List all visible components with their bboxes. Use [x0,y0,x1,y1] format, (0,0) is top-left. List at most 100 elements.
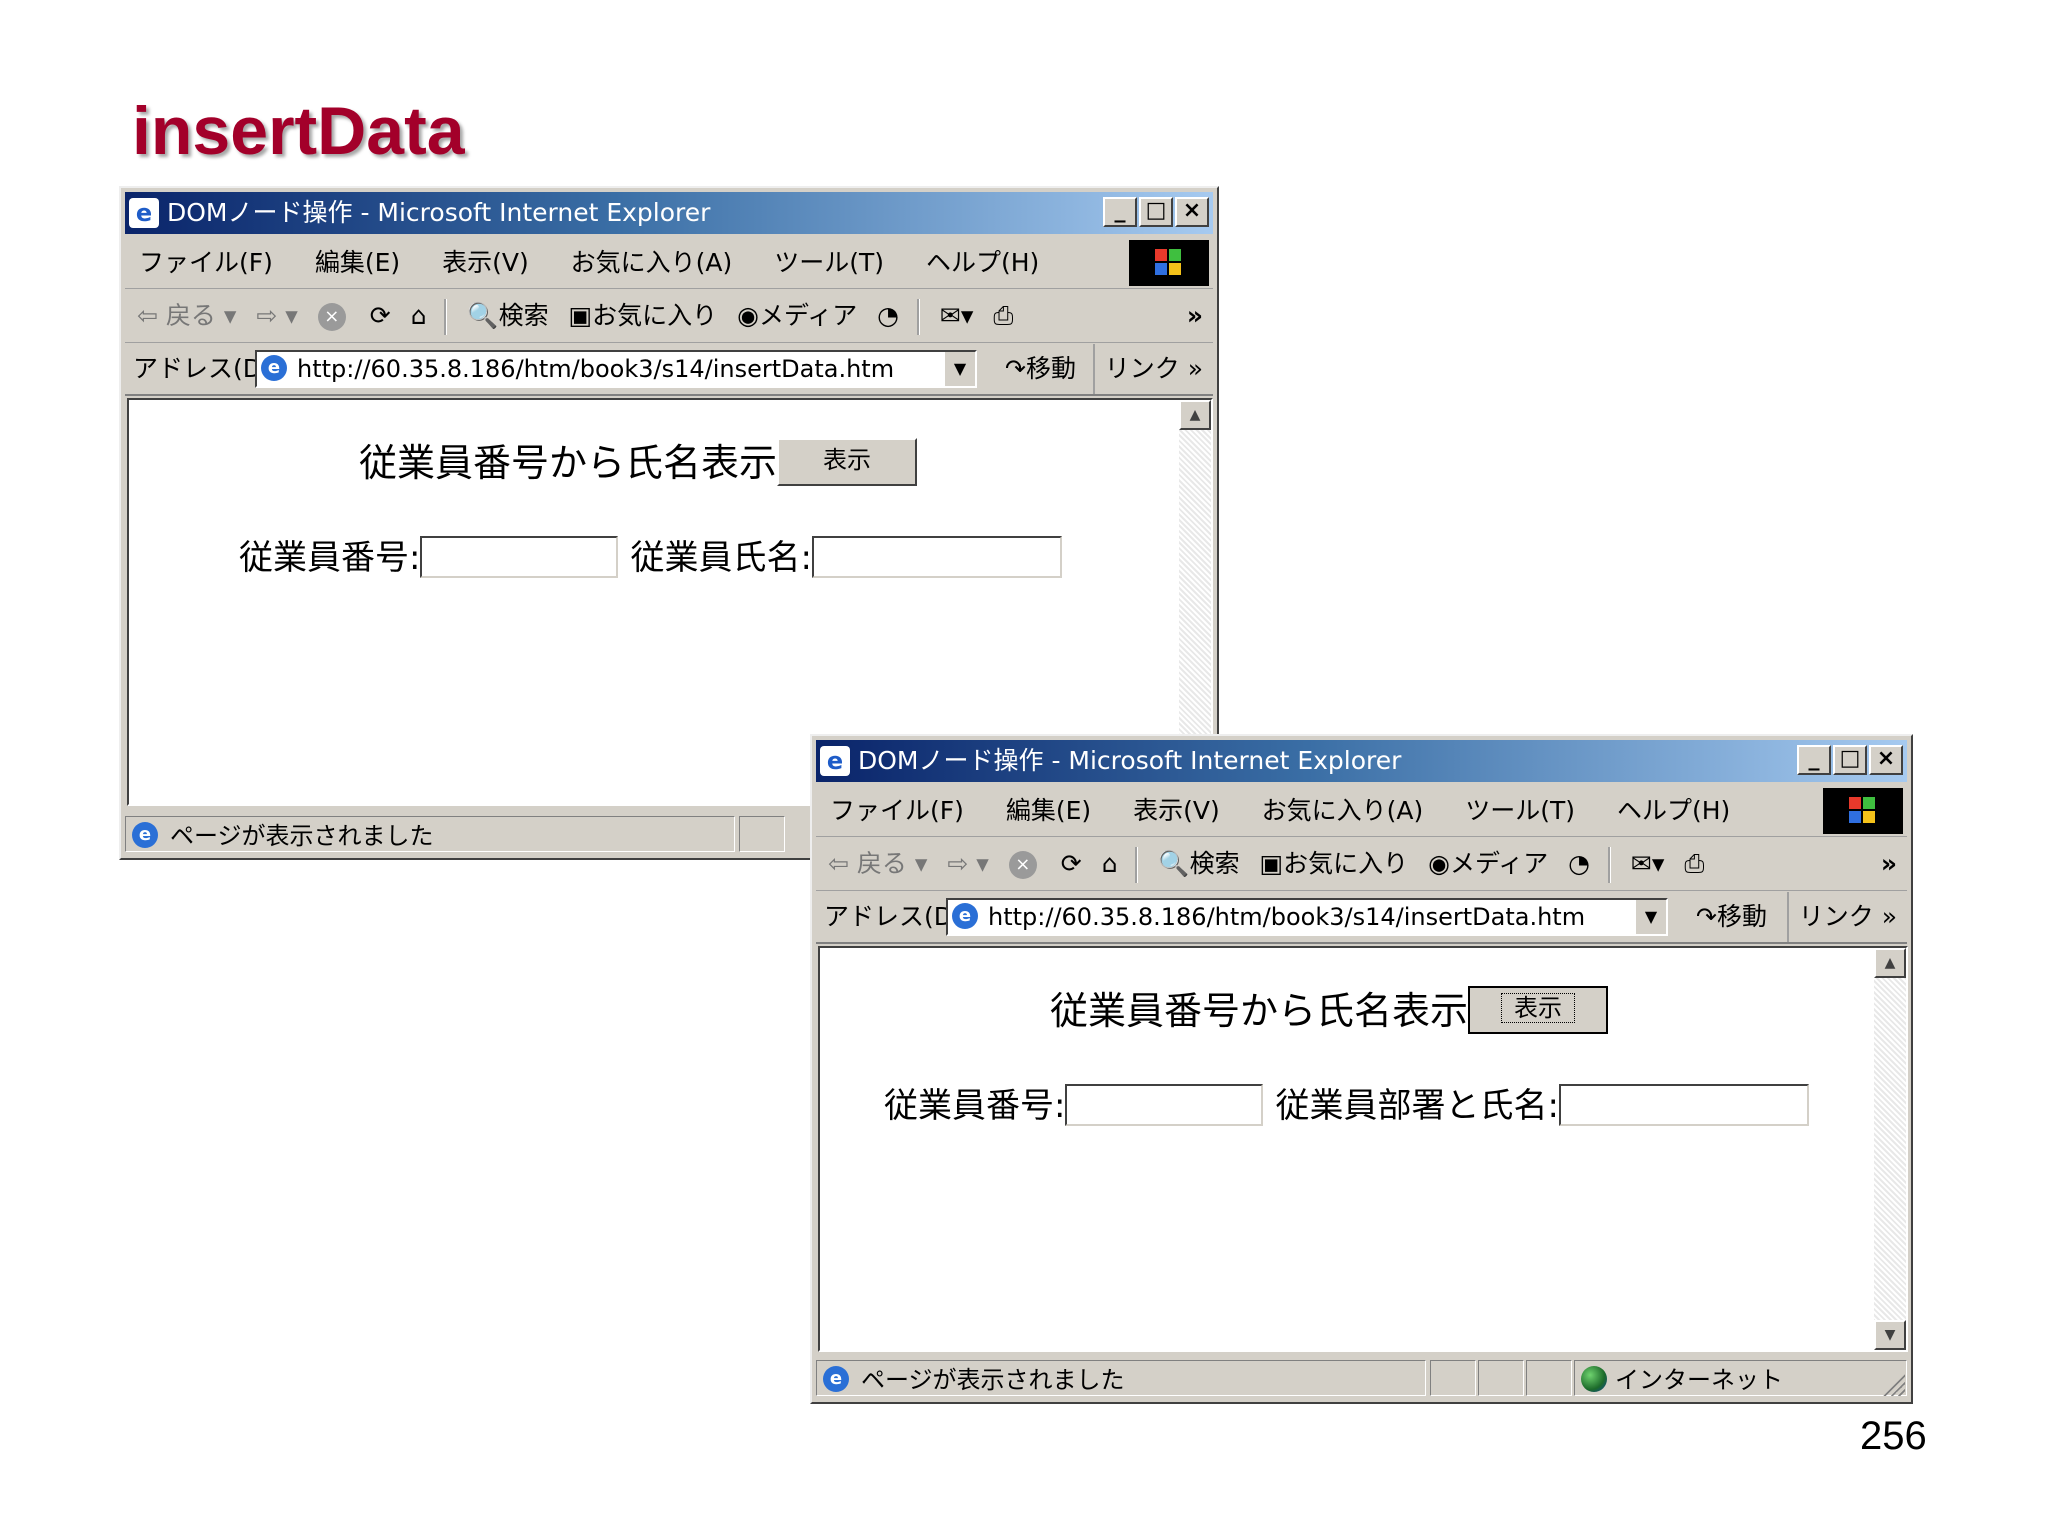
search-button[interactable]: 🔍検索 [467,290,548,342]
media-button[interactable]: ◉メディア [1428,838,1548,890]
employee-id-input[interactable] [1065,1084,1264,1126]
employee-name-label: 従業員氏名: [630,538,812,578]
search-label: 検索 [1189,849,1240,878]
links-button[interactable]: リンク » [1786,892,1897,942]
history-button[interactable]: ◔ [1568,838,1590,890]
links-label: リンク [1104,354,1180,383]
menu-view[interactable]: 表示(V) [1133,786,1220,836]
status-text-cell: e ページが表示されました [816,1360,1426,1396]
toolbar-overflow-icon[interactable]: » [1187,290,1203,342]
close-button[interactable]: × [1869,745,1903,775]
toolbar-overflow-icon[interactable]: » [1881,838,1897,890]
window-title: DOMノード操作 - Microsoft Internet Explorer [858,746,1402,775]
title-bar[interactable]: e DOMノード操作 - Microsoft Internet Explorer… [125,192,1213,234]
stop-icon: × [1008,851,1037,879]
toolbar: ⇦ 戻る ▾ ⇨ ▾ × ⟳ ⌂ 🔍検索 ▣お気に入り ◉メディア ◔ ✉▾ ⎙… [125,290,1213,343]
print-icon: ⎙ [1684,849,1705,878]
search-icon: 🔍 [467,301,499,330]
minimize-button[interactable]: _ [1797,745,1831,775]
back-label: 戻る [856,849,907,878]
menu-edit[interactable]: 編集(E) [315,238,400,288]
page-number: 256 [1860,1414,1927,1458]
employee-dept-name-label: 従業員部署と氏名: [1275,1086,1559,1126]
menu-edit[interactable]: 編集(E) [1006,786,1091,836]
mail-button[interactable]: ✉▾ [940,290,974,342]
print-button[interactable]: ⎙ [1684,838,1704,890]
address-input[interactable]: e http://60.35.8.186/htm/book3/s14/inser… [255,350,977,388]
go-icon: ↷ [1005,354,1026,383]
mail-button[interactable]: ✉▾ [1631,838,1665,890]
home-button[interactable]: ⌂ [411,290,427,342]
favorites-button[interactable]: ▣お気に入り [1260,838,1409,890]
ie-icon: e [820,746,850,776]
back-button[interactable]: ⇦ 戻る ▾ [828,838,927,890]
page-heading: 従業員番号から氏名表示 [1050,989,1469,1033]
menu-tools[interactable]: ツール(T) [774,238,884,288]
show-button-label: 表示 [1501,993,1576,1023]
favorites-icon: ▣ [1259,849,1284,878]
vertical-scrollbar[interactable]: ▲ ▼ [1874,948,1906,1350]
back-label: 戻る [165,301,216,330]
media-label: メディア [758,301,858,330]
maximize-button[interactable]: □ [1833,745,1867,775]
menu-view[interactable]: 表示(V) [442,238,529,288]
ie-page-icon: e [952,903,978,929]
toolbar-separator [444,299,448,335]
scroll-down-icon[interactable]: ▼ [1874,1320,1906,1350]
ie-page-icon: e [261,355,287,381]
back-button[interactable]: ⇦ 戻る ▾ [137,290,236,342]
links-button[interactable]: リンク » [1092,344,1203,394]
stop-button[interactable]: × [317,290,350,342]
show-button[interactable]: 表示 [777,438,918,486]
address-input[interactable]: e http://60.35.8.186/htm/book3/s14/inser… [946,898,1668,936]
refresh-button[interactable]: ⟳ [1061,838,1082,890]
go-button[interactable]: ↷移動 [1005,344,1076,394]
windows-logo-icon [1823,788,1903,834]
zone-text: インターネット [1615,1366,1783,1394]
address-dropdown-icon[interactable]: ▼ [1634,900,1666,934]
status-cell [1478,1360,1524,1396]
favorites-button[interactable]: ▣お気に入り [569,290,718,342]
media-button[interactable]: ◉メディア [737,290,857,342]
menu-file[interactable]: ファイル(F) [139,238,273,288]
title-bar[interactable]: e DOMノード操作 - Microsoft Internet Explorer… [816,740,1907,782]
menu-tools[interactable]: ツール(T) [1465,786,1575,836]
scroll-up-icon[interactable]: ▲ [1179,400,1211,430]
address-dropdown-icon[interactable]: ▼ [943,352,975,386]
stop-button[interactable]: × [1008,838,1041,890]
employee-name-input[interactable] [811,536,1062,578]
go-button[interactable]: ↷移動 [1696,892,1767,942]
menu-help[interactable]: ヘルプ(H) [926,238,1039,288]
forward-button[interactable]: ⇨ ▾ [947,838,988,890]
show-button[interactable]: 表示 [1468,986,1609,1034]
zone-cell: インターネット [1574,1360,1907,1396]
forward-button[interactable]: ⇨ ▾ [256,290,297,342]
menu-favorites[interactable]: お気に入り(A) [1262,786,1424,836]
maximize-button[interactable]: □ [1139,197,1173,227]
print-button[interactable]: ⎙ [993,290,1013,342]
menu-favorites[interactable]: お気に入り(A) [571,238,733,288]
ie-page-icon: e [823,1366,849,1392]
scroll-up-icon[interactable]: ▲ [1874,948,1906,978]
home-icon: ⌂ [1101,849,1118,878]
address-label: アドレス(D) [824,902,963,931]
media-icon: ◉ [737,301,759,330]
status-bar: e ページが表示されました インターネット [816,1360,1907,1398]
minimize-button[interactable]: _ [1103,197,1137,227]
go-label: 移動 [1716,902,1767,931]
close-button[interactable]: × [1175,197,1209,227]
favorites-icon: ▣ [568,301,593,330]
status-text: ページが表示されました [861,1366,1125,1394]
menu-file[interactable]: ファイル(F) [830,786,964,836]
search-icon: 🔍 [1158,849,1190,878]
home-button[interactable]: ⌂ [1102,838,1118,890]
refresh-icon: ⟳ [1060,849,1082,878]
refresh-button[interactable]: ⟳ [370,290,391,342]
ie-window-2: e DOMノード操作 - Microsoft Internet Explorer… [810,734,1913,1404]
menu-help[interactable]: ヘルプ(H) [1617,786,1730,836]
history-button[interactable]: ◔ [877,290,899,342]
employee-id-input[interactable] [420,536,619,578]
resize-grip-icon[interactable] [1881,1372,1905,1396]
employee-dept-name-input[interactable] [1558,1084,1809,1126]
search-button[interactable]: 🔍検索 [1158,838,1239,890]
